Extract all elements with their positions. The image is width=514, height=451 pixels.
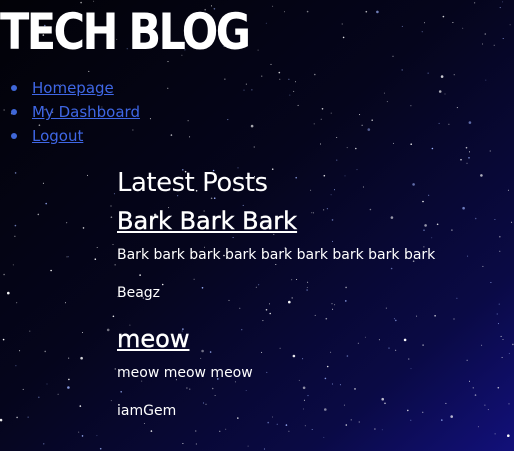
post-card: meow meow meow meow iamGem [117,324,497,420]
latest-posts-section: Latest Posts Bark Bark Bark Bark bark ba… [117,166,497,420]
nav-item-logout: Logout [11,126,140,150]
post-title-link[interactable]: Bark Bark Bark [117,206,497,236]
post-card: Bark Bark Bark Bark bark bark bark bark … [117,206,497,302]
bullet-icon [11,109,17,115]
nav-item-homepage: Homepage [11,78,140,102]
post-author: Beagz [117,285,161,301]
post-title-link[interactable]: meow [117,324,497,354]
homepage-link[interactable]: Homepage [32,79,114,97]
nav-item-dashboard: My Dashboard [11,102,140,126]
main-navigation: Homepage My Dashboard Logout [0,78,140,150]
bullet-icon [11,133,17,139]
post-body: meow meow meow [117,365,253,381]
logout-link[interactable]: Logout [32,127,83,145]
page: TECH BLOG Homepage My Dashboard Logout L… [0,0,514,451]
site-title: TECH BLOG [0,3,251,61]
section-title: Latest Posts [117,168,268,198]
post-author: iamGem [117,403,177,419]
bullet-icon [11,85,17,91]
my-dashboard-link[interactable]: My Dashboard [32,103,140,121]
post-body: Bark bark bark bark bark bark bark bark … [117,247,436,263]
